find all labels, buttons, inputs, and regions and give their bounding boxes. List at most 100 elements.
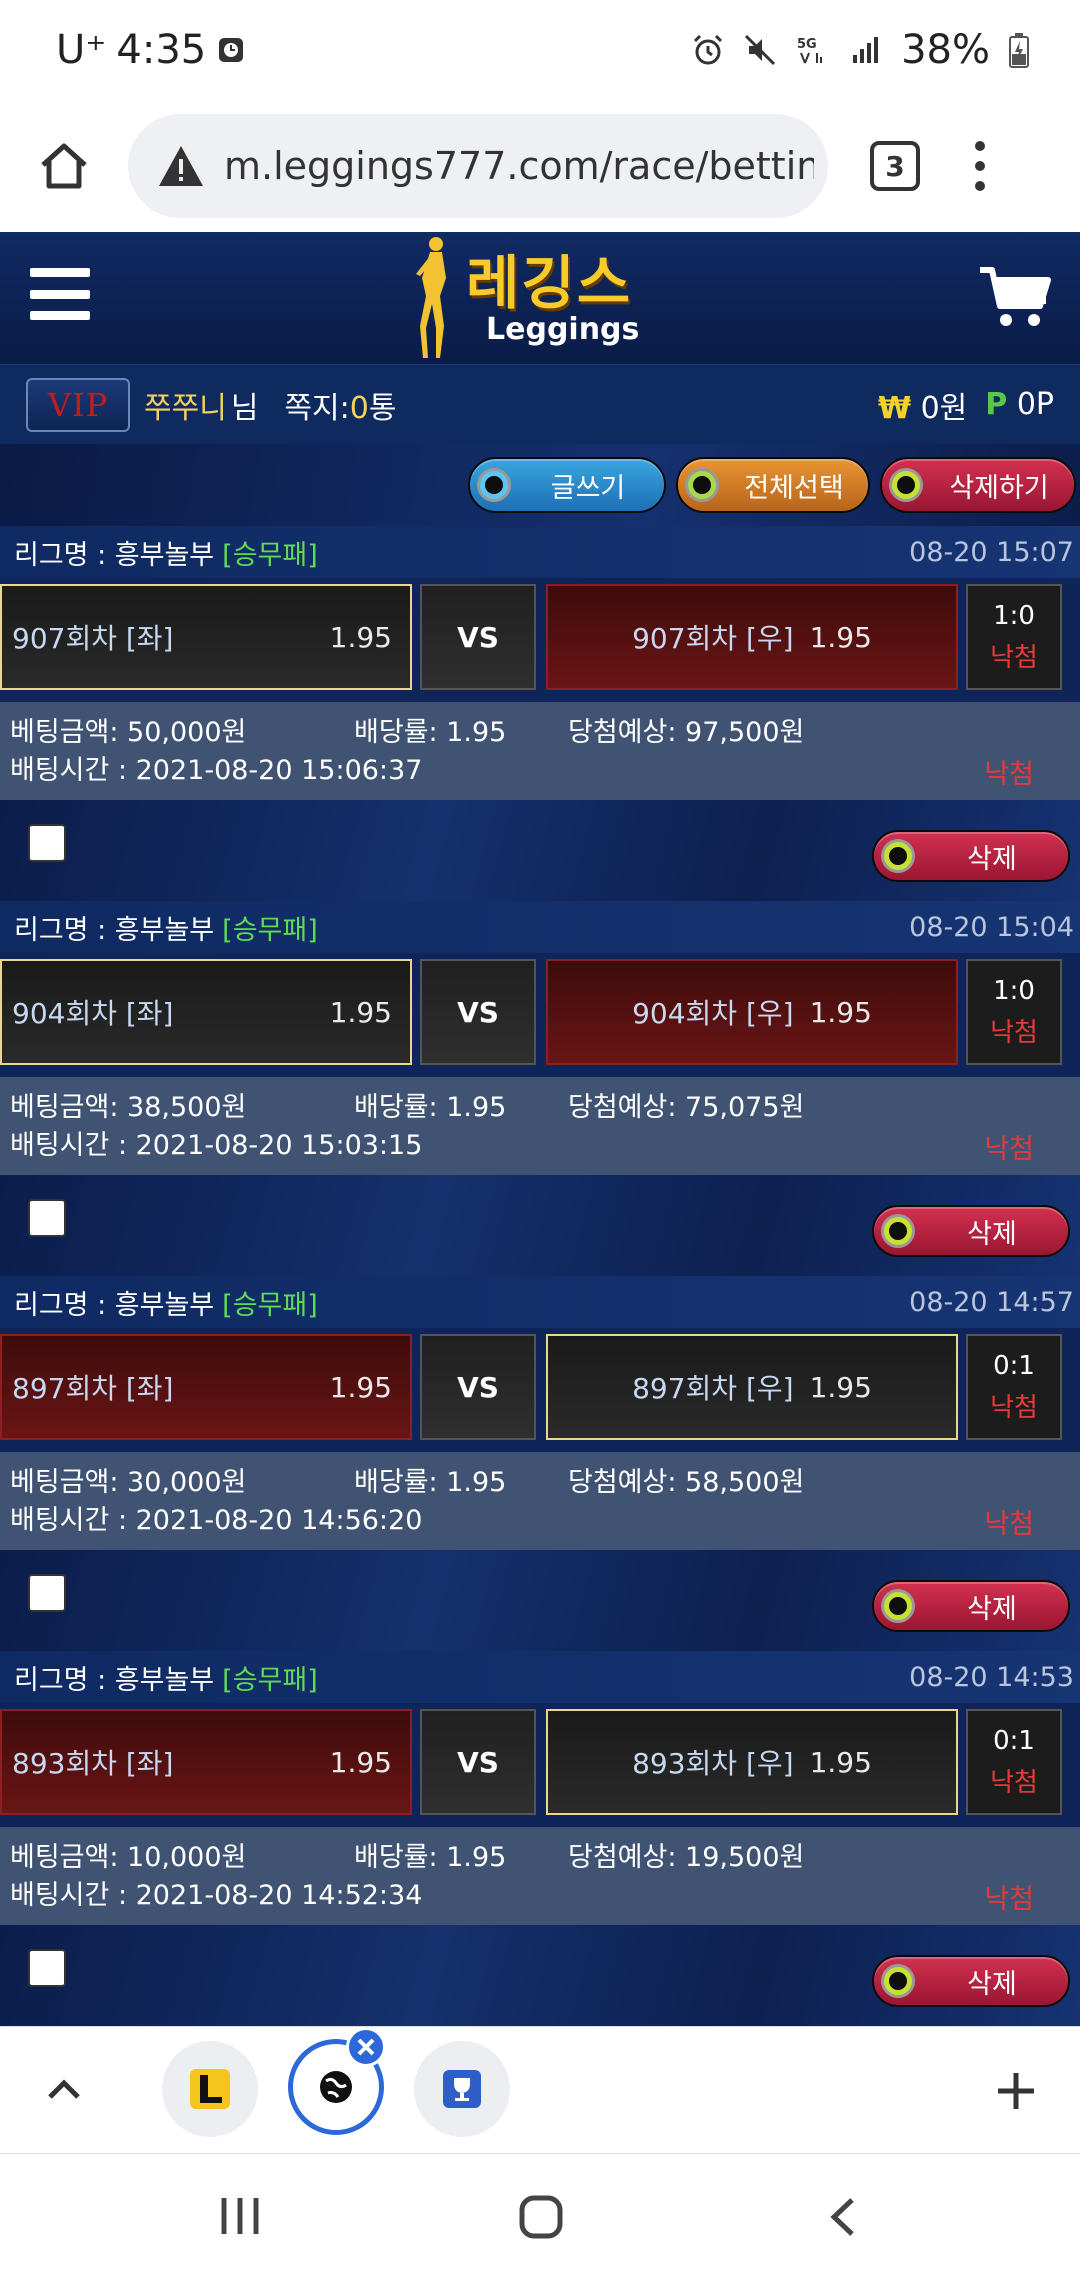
bet-time: 배팅시간 : 2021-08-20 15:06:37 [10,754,423,786]
write-button[interactable]: 글쓰기 [468,457,666,513]
delete-button[interactable]: 삭제 [872,1955,1070,2007]
cart-icon[interactable] [978,264,1052,330]
bet-time: 배팅시간 : 2021-08-20 14:56:20 [10,1504,423,1536]
delete-button[interactable]: 삭제 [872,830,1070,882]
knob-icon [884,842,912,870]
tab-thumbnail-l[interactable] [162,2041,258,2137]
nickname-suffix: 님 [230,390,259,426]
bet-card: 리그명 : 흥부놀부 [승무패] 08-20 15:07 907회차 [좌] 1.… [0,526,1080,901]
left-team-option[interactable]: 893회차 [좌] 1.95 [0,1709,412,1815]
bet-checkbox[interactable] [28,1199,66,1237]
battery-percent: 38% [901,27,990,73]
close-icon [357,2038,375,2056]
chevron-up-icon[interactable] [44,2073,84,2103]
bet-card: 리그명 : 흥부놀부 [승무패] 08-20 14:53 893회차 [좌] 1.… [0,1651,1080,2026]
bet-controls: 삭제 [0,1175,1080,1276]
knob-icon [884,1592,912,1620]
logo-english-text: Leggings [486,312,640,347]
system-navigation-bar [0,2154,1080,2280]
left-team-option[interactable]: 907회차 [좌] 1.95 [0,584,412,690]
bet-amount: 베팅금액: 30,000원 [10,1466,247,1498]
bet-datetime: 08-20 14:53 [909,1661,1074,1693]
clock: 4:35 [116,27,207,73]
home-button[interactable] [0,100,128,232]
hamburger-menu-icon[interactable] [30,268,90,320]
site-header: 레깅스 Leggings [0,232,1080,364]
dot [975,141,985,151]
status-bar: U⁺ 4:35 5G 38% [0,0,1080,100]
bet-checkbox[interactable] [28,824,66,862]
carrier-label: U⁺ [56,27,107,73]
bet-card: 리그명 : 흥부놀부 [승무패] 08-20 15:04 904회차 [좌] 1.… [0,901,1080,1276]
notification-icon [219,38,244,62]
match-row: 904회차 [좌] 1.95 VS 904회차 [우] 1.95 1:0 낙첨 [0,953,1080,1077]
recent-apps-icon[interactable] [218,2196,262,2236]
new-tab-icon[interactable] [996,2071,1036,2111]
bet-datetime: 08-20 14:57 [909,1286,1074,1318]
odds-rate: 배당률: 1.95 [354,716,507,748]
league-row: 리그명 : 흥부놀부 [승무패] 08-20 14:57 [0,1276,1080,1328]
delete-button[interactable]: 삭제 [872,1580,1070,1632]
knob-icon [688,471,716,499]
close-tab-button[interactable] [346,2027,386,2067]
bet-info: 베팅금액: 10,000원 배당률: 1.95 당첨예상: 19,500원 배팅시간… [0,1827,1080,1925]
tab-switcher-button[interactable]: 3 [870,141,920,191]
bet-time: 배팅시간 : 2021-08-20 15:03:15 [10,1129,423,1161]
bottom-tab-strip [0,2026,1080,2154]
league-name: 리그명 : 흥부놀부 [14,539,215,571]
overflow-menu-button[interactable] [970,141,990,191]
right-team-option[interactable]: 893회차 [우] 1.95 [546,1709,958,1815]
site-content: 레깅스 Leggings VIP 쭈쭈니 님 쪽지:0통 ₩ 0원 P 0P 글… [0,232,1080,2026]
logo-korean-text: 레깅스 [466,249,633,317]
league-row: 리그명 : 흥부놀부 [승무패] 08-20 15:07 [0,526,1080,578]
back-icon[interactable] [826,2196,860,2238]
score-box: 1:0 낙첨 [966,584,1062,690]
bet-status: 낙첨 [984,1509,1034,1540]
expected-win: 당첨예상: 58,500원 [568,1466,805,1498]
bet-time: 배팅시간 : 2021-08-20 14:52:34 [10,1879,423,1911]
right-team-option[interactable]: 907회차 [우] 1.95 [546,584,958,690]
delete-selected-button[interactable]: 삭제하기 [880,457,1076,513]
bet-info: 베팅금액: 38,500원 배당률: 1.95 당첨예상: 75,075원 배팅시간… [0,1077,1080,1175]
expected-win: 당첨예상: 97,500원 [568,716,805,748]
home-nav-icon[interactable] [518,2194,564,2240]
delete-button[interactable]: 삭제 [872,1205,1070,1257]
knob-icon [892,471,920,499]
left-team-option[interactable]: 897회차 [좌] 1.95 [0,1334,412,1440]
tab-thumbnail-trophy[interactable] [414,2041,510,2137]
bet-type: [승무패] [222,914,318,946]
bet-type: [승무패] [222,1289,318,1321]
url-text[interactable]: m.leggings777.com/race/bettin [224,144,814,188]
user-info-bar: VIP 쭈쭈니 님 쪽지:0통 ₩ 0원 P 0P [0,364,1080,444]
trophy-icon [443,2070,481,2108]
bet-amount: 베팅금액: 50,000원 [10,716,247,748]
bet-type: [승무패] [222,539,318,571]
bet-card: 리그명 : 흥부놀부 [승무패] 08-20 14:57 897회차 [좌] 1.… [0,1276,1080,1651]
bet-controls: 삭제 [0,1550,1080,1651]
vs-label: VS [420,1334,536,1440]
svg-text:5G: 5G [797,37,817,52]
select-all-button[interactable]: 전체선택 [676,457,870,513]
match-row: 897회차 [좌] 1.95 VS 897회차 [우] 1.95 0:1 낙첨 [0,1328,1080,1452]
right-team-option[interactable]: 904회차 [우] 1.95 [546,959,958,1065]
bet-status: 낙첨 [984,759,1034,790]
logo-figure-icon [416,237,446,358]
battery-icon [1009,33,1029,68]
expected-win: 당첨예상: 75,075원 [568,1091,805,1123]
left-team-option[interactable]: 904회차 [좌] 1.95 [0,959,412,1065]
address-bar[interactable]: m.leggings777.com/race/bettin [128,114,828,218]
warning-icon[interactable] [156,141,206,191]
site-logo[interactable]: 레깅스 Leggings [410,232,680,364]
right-team-option[interactable]: 897회차 [우] 1.95 [546,1334,958,1440]
user-nickname[interactable]: 쭈쭈니 [144,383,227,427]
bet-controls: 삭제 [0,800,1080,901]
match-row: 893회차 [좌] 1.95 VS 893회차 [우] 1.95 0:1 낙첨 [0,1703,1080,1827]
money-display[interactable]: ₩ 0원 [878,383,967,427]
bet-checkbox[interactable] [28,1574,66,1612]
message-count[interactable]: 쪽지:0통 [284,383,396,427]
bet-checkbox[interactable] [28,1949,66,1987]
knob-icon [480,471,508,499]
point-display[interactable]: P 0P [985,387,1054,422]
bet-datetime: 08-20 15:04 [909,911,1074,943]
bet-type: [승무패] [222,1664,318,1696]
